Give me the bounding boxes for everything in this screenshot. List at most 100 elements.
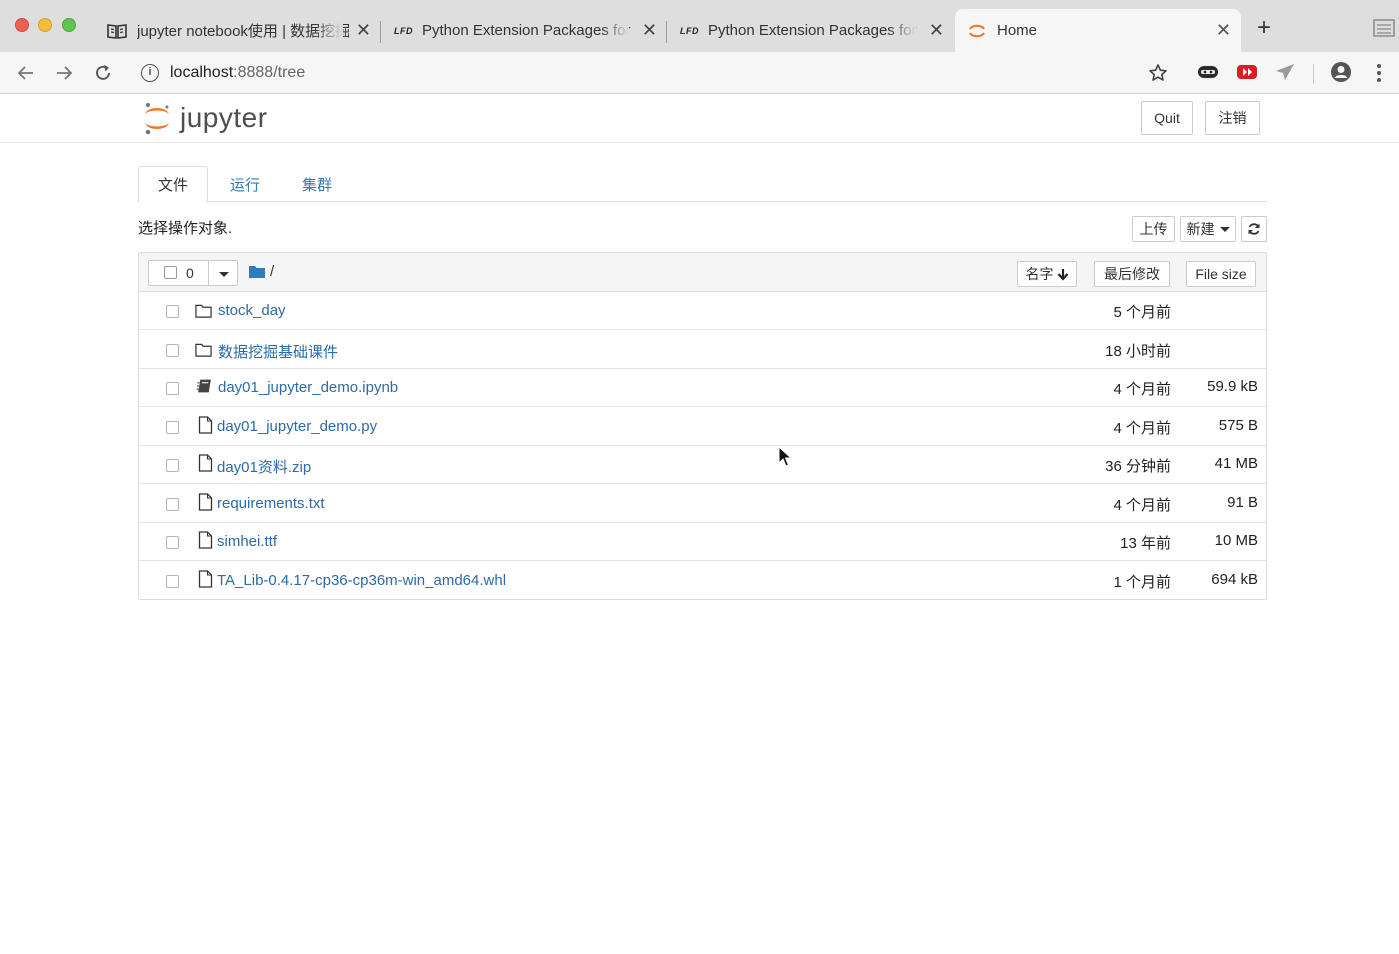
send-extension-icon[interactable] bbox=[1274, 62, 1296, 82]
url-host: localhost bbox=[170, 64, 234, 81]
row-checkbox[interactable] bbox=[166, 459, 179, 472]
arrow-down-icon bbox=[1057, 268, 1068, 281]
file-list: 0 / 名字 最后修改 File size stock_day 5 个月前数据挖掘… bbox=[138, 252, 1267, 600]
file-name-link[interactable]: simhei.ttf bbox=[217, 533, 277, 550]
address-bar[interactable]: i localhost:8888/tree bbox=[130, 56, 1180, 90]
video-extension-icon[interactable] bbox=[1236, 64, 1258, 80]
jupyter-wordmark: jupyter bbox=[180, 102, 268, 133]
jupyter-favicon-icon bbox=[969, 24, 985, 37]
tab-title-fade bbox=[601, 17, 629, 43]
file-modified: 4 个月前 bbox=[1113, 381, 1171, 398]
lfd-favicon: LFD bbox=[680, 25, 699, 36]
file-icon bbox=[198, 492, 213, 511]
refresh-icon bbox=[1248, 223, 1260, 235]
chevron-down-icon bbox=[1219, 226, 1230, 232]
close-icon[interactable]: ✕ bbox=[1216, 19, 1231, 41]
row-checkbox[interactable] bbox=[166, 536, 179, 549]
close-icon[interactable]: ✕ bbox=[356, 19, 371, 41]
file-name-link[interactable]: day01_jupyter_demo.ipynb bbox=[218, 379, 398, 396]
close-icon[interactable]: ✕ bbox=[642, 19, 657, 41]
row-checkbox[interactable] bbox=[166, 574, 179, 588]
jupyter-logo[interactable]: jupyter bbox=[142, 101, 268, 135]
file-name-link[interactable]: TA_Lib-0.4.17-cp36-cp36m-win_amd64.whl bbox=[217, 572, 506, 589]
file-row[interactable]: requirements.txt 4 个月前 91 B bbox=[139, 485, 1266, 523]
folder-icon bbox=[195, 304, 212, 318]
url-text[interactable]: localhost:8888/tree bbox=[170, 64, 305, 82]
tab-title: Home bbox=[997, 22, 1038, 39]
browser-tab-python-packages-1[interactable]: LFD Python Extension Packages for ✕ bbox=[381, 9, 667, 52]
logout-button[interactable]: 注销 bbox=[1205, 101, 1260, 135]
browser-tab-python-packages-2[interactable]: LFD Python Extension Packages for ✕ bbox=[667, 9, 954, 52]
tab-search-icon[interactable] bbox=[1372, 16, 1396, 40]
browser-tab-jupyter-usage[interactable]: jupyter notebook使用 | 数据挖掘 ✕ bbox=[96, 9, 381, 52]
file-modified: 36 分钟前 bbox=[1105, 458, 1171, 475]
file-row[interactable]: day01资料.zip 36 分钟前 41 MB bbox=[139, 446, 1266, 484]
file-size: 10 MB bbox=[1214, 532, 1258, 549]
new-dropdown-button[interactable]: 新建 bbox=[1180, 216, 1236, 242]
file-size: 41 MB bbox=[1214, 455, 1258, 472]
file-name-link[interactable]: day01资料.zip bbox=[217, 456, 311, 477]
folder-home-icon[interactable] bbox=[249, 265, 265, 278]
sort-by-name-button[interactable]: 名字 bbox=[1017, 261, 1077, 287]
select-all-control: 0 bbox=[148, 260, 238, 286]
tab-running[interactable]: 运行 bbox=[226, 166, 264, 203]
file-row[interactable]: day01_jupyter_demo.ipynb 4 个月前 59.9 kB bbox=[139, 369, 1266, 407]
file-size: 575 B bbox=[1218, 416, 1258, 434]
file-row[interactable]: day01_jupyter_demo.py 4 个月前 575 B bbox=[139, 408, 1266, 446]
breadcrumb-root[interactable]: / bbox=[270, 263, 274, 280]
file-name-link[interactable]: requirements.txt bbox=[217, 495, 325, 512]
row-checkbox[interactable] bbox=[166, 305, 179, 318]
notebook-icon bbox=[196, 379, 211, 393]
file-modified: 5 个月前 bbox=[1113, 304, 1171, 321]
refresh-button[interactable] bbox=[1241, 216, 1267, 242]
back-icon[interactable] bbox=[16, 63, 36, 83]
selection-notice: 选择操作对象. bbox=[138, 220, 233, 237]
forward-icon[interactable] bbox=[54, 63, 74, 83]
profile-icon[interactable] bbox=[1330, 61, 1352, 83]
file-size: 91 B bbox=[1227, 493, 1258, 511]
tab-title-fade bbox=[888, 17, 916, 43]
sort-by-modified-button[interactable]: 最后修改 bbox=[1094, 261, 1170, 287]
file-modified: 4 个月前 bbox=[1113, 496, 1171, 514]
reload-icon[interactable] bbox=[93, 63, 113, 83]
file-row[interactable]: simhei.ttf 13 年前 10 MB bbox=[139, 523, 1266, 561]
file-row[interactable]: stock_day 5 个月前 bbox=[139, 292, 1266, 330]
file-name-link[interactable]: day01_jupyter_demo.py bbox=[217, 418, 377, 435]
selected-count: 0 bbox=[186, 265, 194, 281]
url-path: :8888/tree bbox=[233, 64, 306, 81]
info-icon[interactable]: i bbox=[141, 64, 159, 82]
file-name-link[interactable]: stock_day bbox=[218, 302, 286, 319]
sort-by-size-button[interactable]: File size bbox=[1186, 261, 1256, 287]
file-modified: 18 小时前 bbox=[1105, 342, 1171, 360]
sort-name-label: 名字 bbox=[1025, 266, 1054, 282]
tab-files[interactable]: 文件 bbox=[138, 166, 208, 203]
file-row[interactable]: 数据挖掘基础课件 18 小时前 bbox=[139, 331, 1266, 369]
bookmark-star-icon[interactable] bbox=[1148, 63, 1168, 83]
upload-button[interactable]: 上传 bbox=[1132, 216, 1175, 242]
file-icon bbox=[198, 569, 213, 588]
breadcrumb: / bbox=[249, 263, 274, 280]
close-icon[interactable]: ✕ bbox=[929, 19, 944, 41]
window-zoom-button[interactable] bbox=[62, 18, 76, 32]
row-checkbox[interactable] bbox=[166, 343, 179, 357]
select-all-checkbox[interactable] bbox=[164, 266, 177, 279]
lfd-favicon: LFD bbox=[394, 25, 413, 36]
row-checkbox[interactable] bbox=[166, 420, 179, 434]
new-tab-button[interactable]: + bbox=[1257, 14, 1271, 42]
mouse-cursor-icon bbox=[778, 446, 792, 467]
quit-button[interactable]: Quit bbox=[1141, 101, 1193, 135]
window-minimize-button[interactable] bbox=[38, 18, 52, 32]
ninja-extension-icon[interactable] bbox=[1197, 64, 1219, 80]
toolbar-divider bbox=[1313, 64, 1314, 84]
browser-tab-home[interactable]: Home ✕ bbox=[955, 9, 1241, 52]
row-checkbox[interactable] bbox=[166, 497, 179, 511]
file-name-link[interactable]: 数据挖掘基础课件 bbox=[218, 341, 338, 362]
kebab-menu-icon[interactable] bbox=[1372, 62, 1386, 84]
row-checkbox[interactable] bbox=[166, 382, 179, 395]
file-row[interactable]: TA_Lib-0.4.17-cp36-cp36m-win_amd64.whl 1 … bbox=[139, 562, 1266, 600]
select-dropdown-button[interactable] bbox=[208, 260, 238, 286]
file-size: 59.9 kB bbox=[1207, 378, 1258, 395]
browser-tab-bar: jupyter notebook使用 | 数据挖掘 ✕ LFD Python E… bbox=[0, 0, 1399, 52]
tab-clusters[interactable]: 集群 bbox=[298, 166, 336, 203]
window-close-button[interactable] bbox=[15, 18, 29, 32]
